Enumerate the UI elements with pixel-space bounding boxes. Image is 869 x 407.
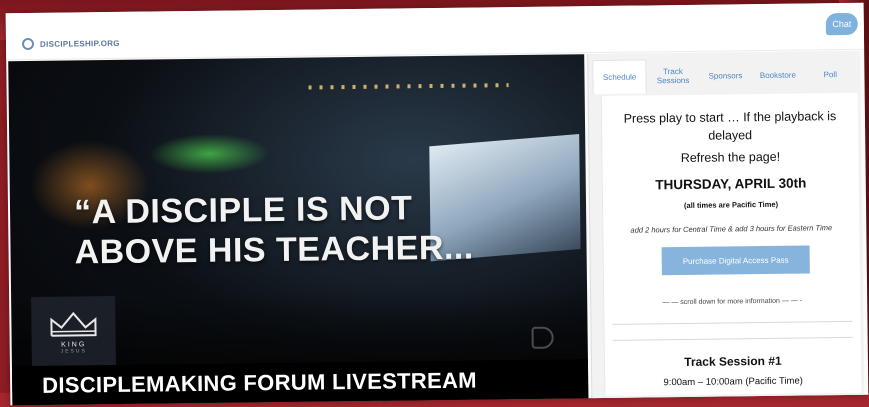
timezone-note: (all times are Pacific Time)	[683, 199, 779, 210]
purchase-pass-button[interactable]: Purchase Digital Access Pass	[661, 245, 810, 276]
chat-button[interactable]: Chat	[825, 12, 858, 36]
livestream-title: DISCIPLEMAKING FORUM LIVESTREAM	[11, 359, 589, 406]
king-jesus-badge: KING JESUS	[31, 295, 116, 367]
crown-icon	[50, 311, 97, 337]
tab-schedule[interactable]: Schedule	[592, 59, 648, 95]
site-logo[interactable]: DISCIPLESHIP.ORG	[21, 37, 120, 51]
session-title: Track Session #1	[684, 353, 782, 369]
stage-lights	[308, 83, 509, 90]
quote-line-1: “A DISCIPLE IS NOT	[73, 189, 413, 232]
stage-light-green	[149, 133, 270, 175]
badge-line-2: JESUS	[60, 347, 87, 355]
tab-bookstore[interactable]: Bookstore	[751, 58, 804, 93]
logo-mark-icon	[21, 37, 35, 51]
playback-notice: Press play to start … If the playback is…	[623, 109, 837, 143]
divider	[612, 336, 853, 341]
web-page: DISCIPLESHIP.ORG Chat “A DISCIPLE IS NOT…	[5, 2, 869, 406]
session-time: 9:00am – 10:00am (Pacific Time)	[663, 375, 803, 389]
divider	[612, 320, 853, 325]
event-date: THURSDAY, APRIL 30th	[655, 175, 807, 193]
schedule-panel: Schedule Track Sessions Sponsors Booksto…	[587, 50, 865, 400]
quote-line-2: ABOVE HIS TEACHER...	[74, 228, 474, 272]
panel-tabs: Schedule Track Sessions Sponsors Booksto…	[592, 57, 857, 95]
scroll-note: — — scroll down for more information — —…	[662, 297, 803, 307]
logo-text: DISCIPLESHIP.ORG	[39, 38, 120, 49]
schedule-content: Press play to start … If the playback is…	[600, 92, 862, 396]
tab-sponsors[interactable]: Sponsors	[699, 58, 752, 93]
tab-track-sessions[interactable]: Track Sessions	[647, 59, 700, 94]
discipleship-watermark-icon	[531, 326, 554, 349]
refresh-notice: Refresh the page!	[680, 149, 781, 166]
video-player[interactable]: “A DISCIPLE IS NOT ABOVE HIS TEACHER... …	[8, 54, 589, 406]
offset-note: add 2 hours for Central Time & add 3 hou…	[630, 223, 833, 235]
tab-poll[interactable]: Poll	[804, 57, 857, 92]
video-quote: “A DISCIPLE IS NOT ABOVE HIS TEACHER...	[74, 187, 545, 273]
